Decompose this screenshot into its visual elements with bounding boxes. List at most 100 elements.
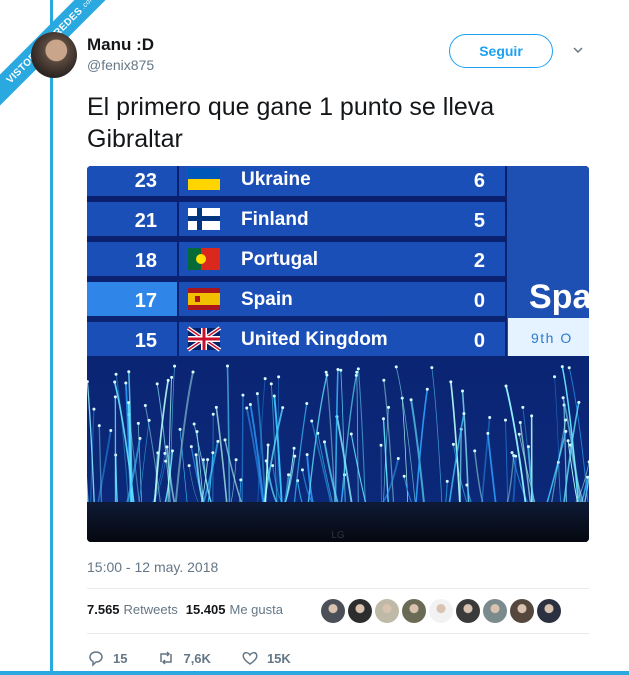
retweet-button[interactable]: 7,6K [157, 649, 211, 667]
light-dot [225, 364, 229, 368]
light-dot [165, 445, 169, 449]
scoreboard-rank: 18 [135, 250, 157, 272]
scoreboard-rank: 23 [135, 170, 157, 192]
light-dot [147, 418, 151, 422]
scoreboard-points: 6 [474, 170, 485, 192]
scoreboard-row [179, 282, 505, 316]
chevron-down-icon[interactable] [572, 44, 584, 56]
light-dot [451, 442, 455, 446]
tweet-text: El primero que gane 1 punto se lleva Gib… [87, 93, 495, 153]
liker-avatar[interactable] [321, 599, 345, 623]
light-dot [518, 420, 522, 424]
country-flag [188, 248, 220, 270]
reply-button[interactable]: 15 [87, 649, 127, 667]
light-dot [560, 365, 564, 369]
light-dot [577, 400, 581, 404]
liker-avatar[interactable] [429, 599, 453, 623]
light-dot [425, 387, 429, 391]
light-dot [97, 424, 101, 428]
light-dot [336, 368, 340, 372]
light-dot [292, 446, 296, 450]
light-dot [356, 367, 360, 371]
light-dot [530, 414, 534, 418]
scoreboard-points: 5 [474, 210, 485, 232]
light-dot [486, 431, 490, 435]
light-dot [191, 370, 195, 374]
scoreboard-points: 0 [474, 290, 485, 312]
light-dot [170, 375, 174, 379]
liker-avatar[interactable] [402, 599, 426, 623]
likes-stat[interactable]: 15.405 Me gusta [186, 602, 283, 617]
liker-avatar[interactable] [510, 599, 534, 623]
scoreboard-points: 0 [474, 330, 485, 352]
heart-icon [242, 651, 258, 665]
scoreboard-rank: 21 [135, 210, 157, 232]
like-button[interactable]: 15K [241, 649, 291, 667]
light-dot [379, 443, 383, 447]
tweet-timestamp[interactable]: 15:00 - 12 may. 2018 [87, 559, 218, 575]
light-dot [553, 375, 557, 379]
light-dot [263, 377, 267, 381]
country-flag [188, 288, 220, 310]
scoreboard-row [179, 202, 505, 236]
scoreboard-country: United Kingdom [241, 329, 388, 350]
liker-avatar[interactable] [375, 599, 399, 623]
scoreboard-country: Portugal [241, 249, 318, 270]
follow-button[interactable]: Seguir [449, 34, 553, 68]
tweet-actions: 15 7,6K 15K [87, 649, 321, 667]
light-dot [324, 370, 328, 374]
light-dot [92, 407, 96, 411]
retweet-icon [160, 651, 173, 665]
like-count: 15K [266, 650, 291, 666]
avatar[interactable] [31, 32, 77, 78]
light-dot [504, 384, 508, 388]
reply-icon [89, 651, 103, 667]
light-dot [354, 373, 358, 377]
light-dot [178, 427, 182, 431]
frame-left-bar [50, 0, 53, 675]
scoreboard-country: Ukraine [241, 169, 311, 190]
light-dot [245, 406, 249, 410]
scoreboard-rank-cell [87, 166, 177, 196]
tweet-image[interactable]: 23 Ukraine 6 21 Finland 5 18 Portugal 2 17 Spain 0 1… [87, 166, 589, 542]
user-name[interactable]: Manu :D [87, 35, 154, 55]
light-dot [465, 483, 469, 487]
light-dot [305, 401, 309, 405]
light-dot [127, 401, 131, 405]
light-dot [561, 396, 565, 400]
liker-avatar[interactable] [537, 599, 561, 623]
light-dot [355, 370, 359, 374]
light-dot [503, 418, 507, 422]
light-dot [339, 368, 343, 372]
light-dot [566, 439, 570, 443]
light-dot [521, 405, 525, 409]
light-dot [113, 395, 117, 399]
light-dot [293, 454, 297, 458]
light-dot [173, 364, 177, 368]
reply-count: 15 [113, 650, 128, 666]
light-dot [234, 458, 238, 462]
divider [87, 633, 589, 634]
liker-avatar[interactable] [456, 599, 480, 623]
light-dot [143, 403, 147, 407]
light-dot [510, 451, 514, 455]
light-dot [349, 432, 353, 436]
liker-avatar[interactable] [348, 599, 372, 623]
user-handle[interactable]: @fenix875 [87, 57, 154, 73]
scoreboard-row [179, 242, 505, 276]
light-dot [382, 378, 386, 382]
light-dot [269, 382, 273, 386]
light-dot [124, 381, 128, 385]
retweet-count: 7,6K [183, 650, 211, 666]
scoreboard-rank-cell [87, 202, 177, 236]
liker-avatars [321, 599, 561, 623]
light-dot [248, 403, 252, 407]
liker-avatar[interactable] [483, 599, 507, 623]
light-dot [473, 449, 477, 453]
light-dot [272, 394, 276, 398]
light-dot [387, 405, 391, 409]
light-dot [155, 382, 159, 386]
light-dot [114, 372, 118, 376]
light-strand [241, 395, 244, 507]
retweets-stat[interactable]: 7.565 Retweets [87, 602, 178, 617]
